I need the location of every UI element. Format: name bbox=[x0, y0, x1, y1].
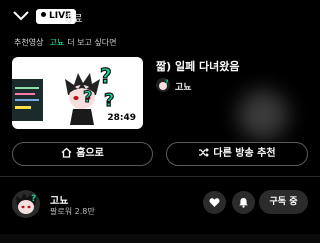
notification-button[interactable] bbox=[232, 191, 255, 214]
heart-icon bbox=[209, 198, 220, 207]
home-button-label: 홈으로 bbox=[76, 148, 104, 159]
video-thumbnail[interactable]: ? ? ? 28:49 bbox=[12, 57, 143, 129]
recommendation-suffix: 더 보고 싶다면 bbox=[67, 38, 117, 47]
home-button[interactable]: 홈으로 bbox=[12, 142, 153, 166]
recommendation-channel-name[interactable]: 고뇨 bbox=[49, 38, 64, 47]
top-header: LIVE 종료 bbox=[0, 0, 320, 34]
recommendation-title: 추천영상 bbox=[14, 38, 44, 47]
video-channel-name[interactable]: 고뇨 bbox=[175, 80, 192, 93]
channel-name[interactable]: 고뇨 bbox=[50, 192, 68, 207]
broadcast-status: 종료 bbox=[64, 14, 83, 25]
channel-avatar-small[interactable]: ? bbox=[156, 78, 170, 92]
svg-text:?: ? bbox=[104, 90, 114, 109]
live-dot-icon bbox=[41, 12, 46, 17]
svg-text:?: ? bbox=[31, 194, 36, 204]
other-stream-button[interactable]: 다른 방송 추천 bbox=[166, 142, 308, 166]
svg-text:?: ? bbox=[100, 65, 112, 87]
svg-text:?: ? bbox=[83, 87, 92, 105]
follower-count: 팔로워 2.8만 bbox=[50, 207, 95, 216]
home-icon bbox=[61, 147, 72, 158]
section-divider bbox=[0, 176, 320, 177]
blurred-glow bbox=[238, 90, 288, 140]
like-button[interactable] bbox=[203, 191, 226, 214]
thumbnail-side-panel bbox=[12, 79, 43, 121]
channel-avatar[interactable]: ? bbox=[12, 190, 40, 218]
bell-icon bbox=[239, 198, 248, 208]
recommendation-header: 추천영상 고뇨 더 보고 싶다면 bbox=[14, 37, 116, 48]
shuffle-icon bbox=[199, 148, 210, 157]
question-mark-icon: ? bbox=[103, 89, 115, 109]
other-stream-button-label: 다른 방송 추천 bbox=[213, 148, 276, 159]
video-title[interactable]: 짧) 일페 다녀왔음 bbox=[156, 58, 240, 74]
chevron-down-icon[interactable] bbox=[12, 9, 30, 23]
question-mark-icon: ? bbox=[83, 87, 93, 105]
video-duration: 28:49 bbox=[107, 113, 136, 123]
bottom-strip bbox=[0, 234, 320, 243]
question-mark-icon: ? bbox=[99, 65, 112, 87]
svg-text:?: ? bbox=[165, 79, 169, 86]
subscribe-button[interactable]: 구독 중 bbox=[259, 190, 308, 214]
